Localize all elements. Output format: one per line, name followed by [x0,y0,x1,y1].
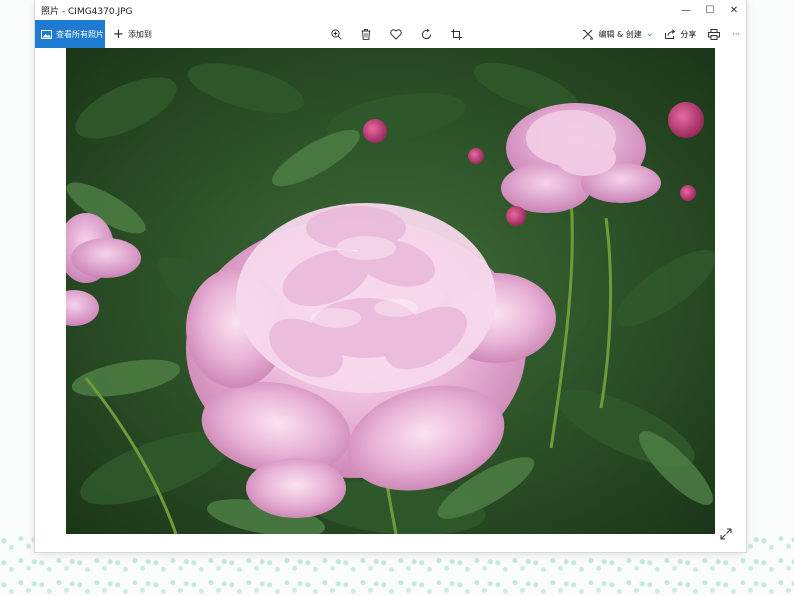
file-name: CIMG4370.JPG [68,6,133,17]
window-controls: — ☐ ✕ [674,0,746,20]
edit-create-button[interactable]: 编辑 & 创建 ⌄ [582,29,653,40]
share-label: 分享 [680,29,697,39]
view-all-photos-button[interactable]: 查看所有照片 [35,20,105,48]
title-bar[interactable]: 照片 - CIMG4370.JPG — ☐ ✕ [35,0,746,20]
add-to-button[interactable]: + 添加到 [113,28,152,41]
zoom-in-icon[interactable] [321,20,351,48]
window-title: 照片 - CIMG4370.JPG [35,4,674,17]
plus-icon: + [113,26,124,42]
crop-icon[interactable] [441,20,471,48]
share-icon [665,29,676,39]
title-separator: - [59,6,68,17]
rotate-icon[interactable] [411,20,441,48]
peony-photo [66,48,715,534]
chevron-down-icon: ⌄ [645,29,654,39]
gallery-icon [41,29,52,39]
expand-icon[interactable] [720,528,732,540]
photos-app-window: 照片 - CIMG4370.JPG — ☐ ✕ 查看所有照片 + 添加到 编辑 … [35,0,746,552]
trash-icon[interactable] [351,20,381,48]
heart-icon[interactable] [381,20,411,48]
maximize-button[interactable]: ☐ [698,0,722,20]
share-button[interactable]: 分享 [665,29,696,40]
close-button[interactable]: ✕ [722,0,746,20]
more-options-button[interactable]: ··· [732,30,740,39]
edit-create-label: 编辑 & 创建 [598,29,642,39]
toolbar: 查看所有照片 + 添加到 编辑 & 创建 ⌄ 分享 ··· [35,20,746,48]
photo-canvas[interactable] [66,48,715,534]
edit-create-icon [583,29,594,39]
app-name: 照片 [41,6,60,17]
view-all-photos-label: 查看所有照片 [56,29,104,39]
printer-icon[interactable] [708,28,721,40]
add-to-label: 添加到 [127,29,152,39]
image-tools [321,20,471,48]
right-tools: 编辑 & 创建 ⌄ 分享 ··· [582,20,740,48]
minimize-button[interactable]: — [674,0,698,20]
image-viewer[interactable] [35,48,746,552]
